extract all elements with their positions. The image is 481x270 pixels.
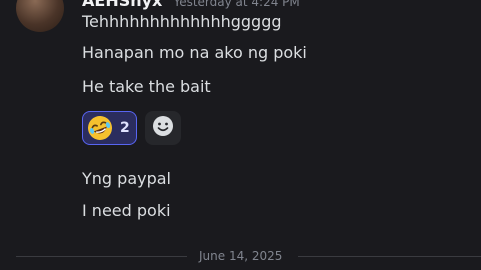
message-header: AEHSnyx Yesterday at 4:24 PM — [82, 0, 300, 10]
date-divider-line — [298, 256, 481, 257]
message-text: Tehhhhhhhhhhhhhggggg — [82, 12, 282, 31]
date-divider-label: June 14, 2025 — [199, 249, 283, 263]
message-text: He take the bait — [82, 77, 211, 96]
message-text: Hanapan mo na ako ng poki — [82, 43, 307, 62]
reaction-button[interactable]: 2 — [82, 111, 137, 145]
add-reaction-button[interactable] — [145, 111, 181, 145]
message-text: Yng paypal — [82, 169, 171, 188]
date-divider-line — [16, 256, 187, 257]
chat-view: AEHSnyx Yesterday at 4:24 PM Tehhhhhhhhh… — [0, 0, 481, 270]
avatar[interactable] — [16, 0, 64, 32]
timestamp: Yesterday at 4:24 PM — [173, 0, 300, 9]
message-text: I need poki — [82, 201, 171, 220]
username[interactable]: AEHSnyx — [82, 0, 162, 10]
rolling-laughing-emoji-icon — [84, 112, 116, 144]
smiley-icon — [152, 115, 174, 141]
reaction-count: 2 — [120, 120, 130, 136]
